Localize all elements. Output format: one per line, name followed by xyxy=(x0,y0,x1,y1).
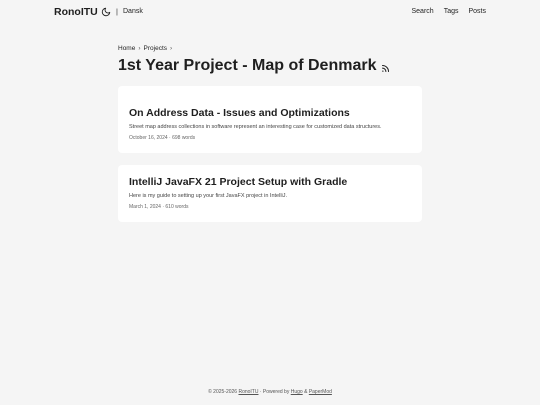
post-title: IntelliJ JavaFX 21 Project Setup with Gr… xyxy=(129,176,348,188)
breadcrumb-separator: › xyxy=(138,45,141,52)
post-summary: Street map address collections in softwa… xyxy=(129,124,382,130)
post-title: On Address Data - Issues and Optimizatio… xyxy=(129,107,350,119)
moon-icon[interactable] xyxy=(101,7,111,17)
breadcrumb-separator: › xyxy=(170,45,173,52)
post-card[interactable]: IntelliJ JavaFX 21 Project Setup with Gr… xyxy=(118,165,422,222)
post-meta: October 16, 2024 · 698 words xyxy=(129,135,196,141)
breadcrumb: Home › Projects › xyxy=(118,45,422,52)
breadcrumb-projects-link[interactable]: Projects xyxy=(144,45,167,52)
footer-papermod-link[interactable]: PaperMod xyxy=(309,389,332,395)
language-switch-link[interactable]: Dansk xyxy=(123,8,143,15)
footer-powered-text: · Powered by xyxy=(258,389,291,395)
footer-owner-link[interactable]: RonoITU xyxy=(238,389,258,395)
footer-copyright: © 2025-2026 xyxy=(208,389,238,395)
rss-icon[interactable] xyxy=(381,64,390,73)
main-content: Home › Projects › 1st Year Project - Map… xyxy=(118,45,422,222)
post-summary: Here is my guide to setting up your firs… xyxy=(129,193,288,199)
header-separator: | xyxy=(116,7,118,16)
page-title: 1st Year Project - Map of Denmark xyxy=(118,57,377,74)
site-header: RonoITU | Dansk Search Tags Posts xyxy=(0,0,540,26)
footer-hugo-link[interactable]: Hugo xyxy=(291,389,303,395)
site-footer: © 2025-2026 RonoITU · Powered by Hugo & … xyxy=(0,389,540,395)
nav-tags-link[interactable]: Tags xyxy=(444,8,459,15)
main-nav: Search Tags Posts xyxy=(412,8,487,15)
site-logo[interactable]: RonoITU xyxy=(54,6,98,18)
page-header: 1st Year Project - Map of Denmark xyxy=(118,57,422,75)
nav-search-link[interactable]: Search xyxy=(412,8,434,15)
post-meta: March 1, 2024 · 610 words xyxy=(129,204,189,210)
nav-posts-link[interactable]: Posts xyxy=(468,8,486,15)
post-card[interactable]: On Address Data - Issues and Optimizatio… xyxy=(118,86,422,153)
breadcrumb-home-link[interactable]: Home xyxy=(118,45,135,52)
